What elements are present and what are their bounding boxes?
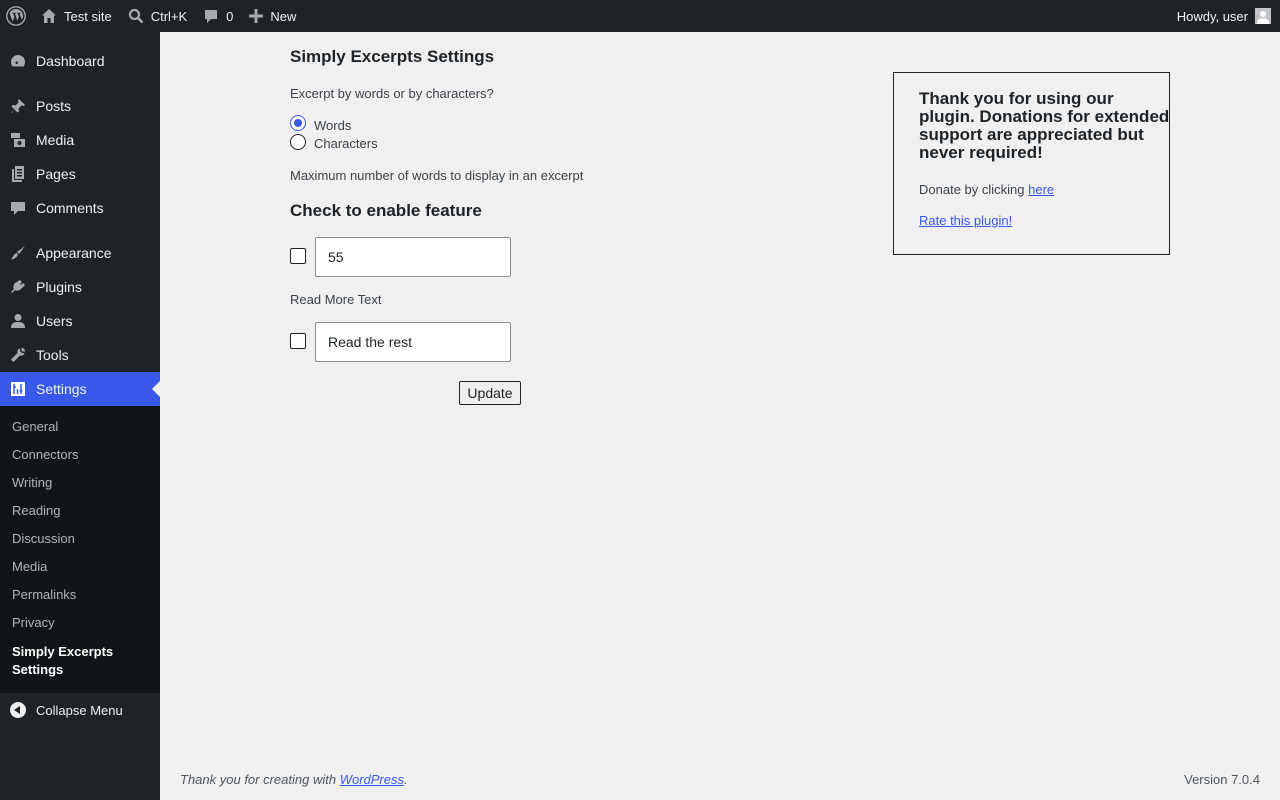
read-more-label: Read More Text [290, 292, 382, 307]
submenu-item-writing[interactable]: Writing [0, 469, 160, 497]
max-words-label: Maximum number of words to display in an… [290, 168, 584, 183]
search-icon [128, 8, 144, 24]
collapse-icon [10, 702, 26, 718]
submenu-item-permalinks[interactable]: Permalinks [0, 581, 160, 609]
avatar [1255, 8, 1271, 24]
enable-feature-heading: Check to enable feature [290, 201, 482, 220]
admin-bar: Test site Ctrl+K 0 New Howdy, user [0, 0, 1280, 32]
comments-link[interactable]: 0 [195, 0, 241, 32]
sidebar-item-plugins[interactable]: Plugins [0, 270, 160, 304]
comment-icon [203, 8, 219, 24]
sidebar-item-label: Comments [36, 200, 104, 216]
donate-here-link[interactable]: here [1028, 182, 1054, 197]
submenu-item-general[interactable]: General [0, 413, 160, 441]
sidebar-item-pages[interactable]: Pages [0, 157, 160, 191]
characters-radio[interactable] [290, 134, 306, 150]
sidebar-item-tools[interactable]: Tools [0, 338, 160, 372]
sidebar-item-label: Appearance [36, 245, 112, 261]
submenu-item-discussion[interactable]: Discussion [0, 525, 160, 553]
sidebar-item-settings[interactable]: Settings [0, 372, 160, 406]
wordpress-logo-icon[interactable] [0, 0, 33, 32]
sidebar-item-users[interactable]: Users [0, 304, 160, 338]
sidebar-item-appearance[interactable]: Appearance [0, 236, 160, 270]
read-more-enable-checkbox[interactable] [290, 333, 306, 349]
sidebar-item-media[interactable]: Media [0, 123, 160, 157]
words-radio-label: Words [314, 118, 352, 133]
sidebar-item-posts[interactable]: Posts [0, 89, 160, 123]
donation-box: Thank you for using our plugin. Donation… [893, 72, 1170, 255]
wrench-icon [10, 347, 26, 363]
sidebar-item-label: Tools [36, 347, 69, 363]
user-icon [10, 313, 26, 329]
rate-plugin-link[interactable]: Rate this plugin! [919, 213, 1012, 228]
donate-line: Donate by clicking here [919, 182, 1054, 197]
donate-text: Donate by clicking [919, 182, 1029, 197]
settings-icon [10, 381, 26, 397]
sidebar-item-label: Users [36, 313, 73, 329]
sidebar-item-dashboard[interactable]: Dashboard [0, 44, 160, 78]
footer-version: Version 7.0.4 [1184, 772, 1260, 787]
footer-period: . [404, 772, 408, 787]
footer-thanks-text: Thank you for creating with [180, 772, 340, 787]
donation-title: Thank you for using our plugin. Donation… [919, 89, 1170, 162]
collapse-menu-label: Collapse Menu [36, 702, 123, 718]
paintbrush-icon [10, 245, 26, 261]
submenu-item-simply-excerpts-settings[interactable]: Simply Excerpts Settings [0, 637, 160, 685]
site-name-link[interactable]: Test site [33, 0, 120, 32]
submenu-item-connectors[interactable]: Connectors [0, 441, 160, 469]
update-button[interactable]: Update [459, 381, 521, 405]
my-account-menu[interactable]: Howdy, user [1169, 0, 1280, 32]
excerpt-mode-question: Excerpt by words or by characters? [290, 86, 494, 101]
sidebar-item-label: Dashboard [36, 53, 105, 69]
page-title: Simply Excerpts Settings [290, 47, 495, 66]
sidebar-item-label: Posts [36, 98, 72, 114]
howdy-label: Howdy, user [1176, 8, 1248, 24]
submenu-item-privacy[interactable]: Privacy [0, 609, 160, 637]
wordpress-link[interactable]: WordPress [340, 772, 404, 787]
submenu-item-media[interactable]: Media [0, 553, 160, 581]
new-label: New [270, 8, 297, 24]
read-more-input[interactable] [315, 322, 511, 362]
sidebar-item-label: Pages [36, 166, 76, 182]
command-palette-button[interactable]: Ctrl+K [120, 0, 195, 32]
submenu-item-reading[interactable]: Reading [0, 497, 160, 525]
admin-sidebar: Dashboard Posts Media Pages Comments App… [0, 32, 160, 800]
words-radio[interactable] [290, 115, 306, 131]
collapse-menu-button[interactable]: Collapse Menu [0, 693, 160, 727]
home-icon [41, 8, 57, 24]
media-icon [10, 132, 26, 148]
comment-icon [10, 200, 26, 216]
site-name-label: Test site [64, 8, 112, 24]
footer-thanks: Thank you for creating with WordPress. [180, 772, 408, 787]
settings-submenu: General Connectors Writing Reading Discu… [0, 406, 160, 693]
new-content-button[interactable]: New [241, 0, 304, 32]
sidebar-item-label: Plugins [36, 279, 82, 295]
max-words-input[interactable] [315, 237, 511, 277]
pin-icon [10, 98, 26, 114]
pages-icon [10, 166, 26, 182]
comments-count: 0 [226, 8, 234, 24]
max-words-enable-checkbox[interactable] [290, 248, 306, 264]
plus-icon [249, 9, 264, 23]
dashboard-icon [10, 53, 26, 69]
plugin-icon [10, 279, 26, 295]
sidebar-item-label: Media [36, 132, 75, 148]
search-shortcut-label: Ctrl+K [150, 8, 188, 24]
characters-radio-label: Characters [314, 136, 378, 151]
sidebar-item-label: Settings [36, 381, 87, 397]
sidebar-item-comments[interactable]: Comments [0, 191, 160, 225]
